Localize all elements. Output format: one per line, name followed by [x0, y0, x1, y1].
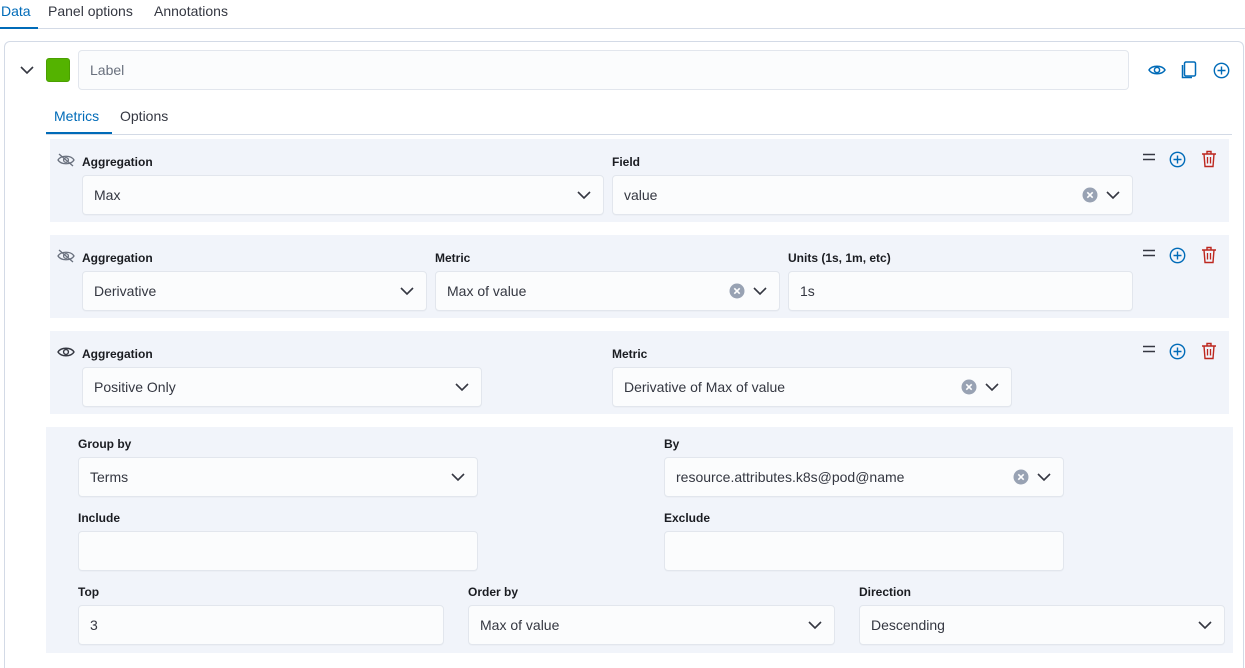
clear-icon[interactable] [1082, 187, 1098, 203]
subtab-active-indicator [46, 132, 112, 134]
tab-options[interactable]: Options [120, 105, 168, 135]
add-metric-button[interactable] [1167, 149, 1187, 169]
by-field-value: resource.attributes.k8s@pod@name [676, 469, 905, 485]
aggregation-select[interactable]: Max [82, 175, 604, 215]
units-input[interactable]: 1s [788, 271, 1133, 311]
grab-icon [1143, 249, 1155, 257]
chevron-down-icon [808, 621, 822, 630]
metric-label: Metric [612, 347, 648, 361]
aggregation-select[interactable]: Positive Only [82, 367, 482, 407]
clear-icon[interactable] [729, 283, 745, 299]
chevron-down-icon [1037, 473, 1051, 482]
exclude-input[interactable] [664, 531, 1064, 571]
trash-icon [1202, 150, 1216, 168]
aggregation-value: Derivative [94, 283, 157, 299]
add-metric-button[interactable] [1167, 341, 1187, 361]
chevron-down-icon [455, 383, 469, 392]
aggregation-value: Max [94, 187, 121, 203]
delete-metric-button[interactable] [1199, 341, 1219, 361]
series-label-input[interactable] [78, 50, 1129, 90]
metric-label: Metric [435, 251, 471, 265]
plus-in-circle-icon [1169, 151, 1185, 167]
chevron-down-icon [400, 287, 414, 296]
grab-icon [1143, 153, 1155, 161]
direction-value: Descending [871, 617, 945, 633]
chevron-down-icon [985, 383, 999, 392]
subtabs-divider [46, 134, 1232, 135]
include-input[interactable] [78, 531, 478, 571]
clone-series-button[interactable] [1179, 60, 1199, 80]
metric-visibility-toggle[interactable] [56, 246, 76, 266]
tab-active-indicator [0, 27, 38, 29]
top-value: 3 [90, 617, 98, 633]
metric-visibility-toggle[interactable] [56, 150, 76, 170]
tabs-divider [0, 28, 1245, 29]
exclude-label: Exclude [664, 511, 711, 525]
chevron-down-icon [20, 66, 34, 75]
group-by-select[interactable]: Terms [78, 457, 478, 497]
copy-icon [1181, 61, 1197, 79]
aggregation-label: Aggregation [82, 251, 153, 265]
metric-select[interactable]: Max of value [435, 271, 780, 311]
tab-metrics[interactable]: Metrics [54, 105, 99, 135]
plus-in-circle-icon [1169, 247, 1185, 263]
trash-icon [1202, 246, 1216, 264]
order-by-value: Max of value [480, 617, 560, 633]
series-color-swatch[interactable] [46, 58, 70, 82]
top-label: Top [78, 585, 100, 599]
drag-handle[interactable] [1139, 147, 1159, 167]
order-by-select[interactable]: Max of value [468, 605, 835, 645]
chevron-down-icon [577, 191, 591, 200]
by-field-select[interactable]: resource.attributes.k8s@pod@name [664, 457, 1064, 497]
group-by-value: Terms [90, 469, 129, 485]
units-label: Units (1s, 1m, etc) [788, 251, 891, 265]
order-by-label: Order by [468, 585, 519, 599]
include-label: Include [78, 511, 121, 525]
direction-label: Direction [859, 585, 912, 599]
chevron-down-icon [1198, 621, 1212, 630]
eye-closed-icon [57, 153, 75, 167]
units-value: 1s [800, 283, 815, 299]
eye-icon [57, 347, 75, 357]
aggregation-label: Aggregation [82, 347, 153, 361]
field-value: value [624, 187, 658, 203]
field-label: Field [612, 155, 641, 169]
collapse-series-button[interactable] [17, 60, 37, 80]
drag-handle[interactable] [1139, 243, 1159, 263]
chevron-down-icon [451, 473, 465, 482]
eye-icon [1148, 65, 1166, 75]
tab-panel-options[interactable]: Panel options [48, 0, 133, 29]
grab-icon [1143, 345, 1155, 353]
by-label: By [664, 437, 680, 451]
metric-select[interactable]: Derivative of Max of value [612, 367, 1012, 407]
clear-icon[interactable] [1013, 469, 1029, 485]
drag-handle[interactable] [1139, 339, 1159, 359]
field-select[interactable]: value [612, 175, 1133, 215]
add-metric-button[interactable] [1167, 245, 1187, 265]
top-input[interactable]: 3 [78, 605, 444, 645]
aggregation-value: Positive Only [94, 379, 176, 395]
aggregation-label: Aggregation [82, 155, 153, 169]
clear-icon[interactable] [961, 379, 977, 395]
delete-metric-button[interactable] [1199, 245, 1219, 265]
eye-closed-icon [57, 249, 75, 263]
add-series-button[interactable] [1211, 60, 1231, 80]
tab-annotations[interactable]: Annotations [154, 0, 228, 29]
trash-icon [1202, 342, 1216, 360]
delete-metric-button[interactable] [1199, 149, 1219, 169]
aggregation-select[interactable]: Derivative [82, 271, 427, 311]
toggle-visibility-button[interactable] [1147, 60, 1167, 80]
tab-data[interactable]: Data [1, 0, 31, 29]
chevron-down-icon [753, 287, 767, 296]
metric-visibility-toggle[interactable] [56, 342, 76, 362]
plus-in-circle-icon [1169, 343, 1185, 359]
chevron-down-icon [1106, 191, 1120, 200]
direction-select[interactable]: Descending [859, 605, 1225, 645]
metric-value: Max of value [447, 283, 527, 299]
group-by-label: Group by [78, 437, 132, 451]
plus-in-circle-icon [1213, 62, 1229, 78]
metric-value: Derivative of Max of value [624, 379, 786, 395]
